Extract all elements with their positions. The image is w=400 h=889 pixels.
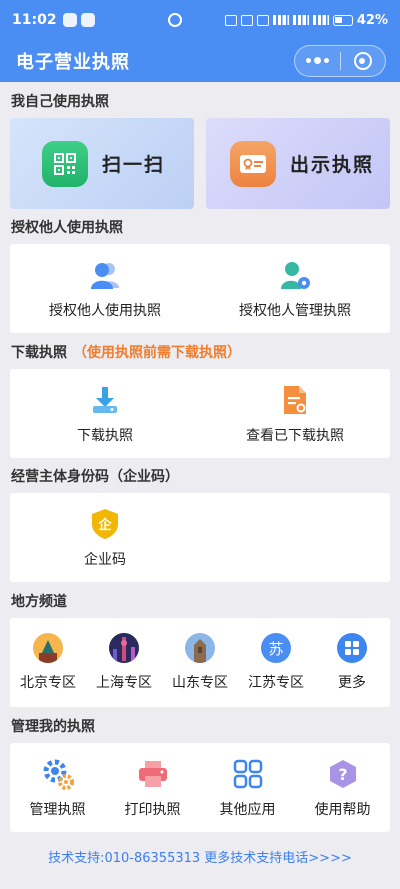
support-phone-link[interactable]: 技术支持:010-86355313 更多技术支持电话>>>> bbox=[0, 847, 400, 866]
region-label: 江苏专区 bbox=[248, 675, 304, 691]
hotspot-icon bbox=[168, 13, 182, 27]
download-section-label: 下载执照 bbox=[11, 345, 67, 361]
download-license-button[interactable]: 下载执照 bbox=[10, 369, 200, 458]
signal-2-icon bbox=[312, 15, 329, 25]
region-label: 上海专区 bbox=[96, 675, 152, 691]
nfc-icon bbox=[224, 14, 237, 26]
manage-item-label: 使用帮助 bbox=[314, 801, 371, 818]
shandong-image bbox=[185, 633, 215, 663]
message-icon bbox=[80, 13, 95, 27]
authorize-use-button[interactable]: 授权他人使用执照 bbox=[10, 244, 200, 333]
printer-icon bbox=[136, 757, 170, 791]
grid-more-icon bbox=[337, 633, 367, 663]
manage-item-label: 打印执照 bbox=[124, 801, 181, 818]
section-title-self-use: 我自己使用执照 bbox=[11, 94, 109, 110]
help-button[interactable]: ? 使用帮助 bbox=[295, 743, 390, 832]
print-license-button[interactable]: 打印执照 bbox=[105, 743, 200, 832]
authorize-manage-button[interactable]: 授权他人管理执照 bbox=[200, 244, 390, 333]
document-view-icon bbox=[278, 383, 312, 417]
scan-label: 扫一扫 bbox=[102, 154, 166, 176]
help-icon: ? bbox=[326, 757, 360, 791]
signal-icon bbox=[292, 15, 309, 25]
empty-slot bbox=[200, 493, 390, 582]
enterprise-code-label: 企业码 bbox=[84, 551, 126, 568]
shanghai-image bbox=[109, 633, 139, 663]
nav-bar: 电子营业执照 bbox=[0, 40, 400, 82]
battery-icon bbox=[332, 14, 353, 26]
svg-text:?: ? bbox=[338, 765, 347, 784]
battery-percent: 42% bbox=[356, 12, 388, 28]
manage-card: 管理执照 打印执照 其他应用 ? 使用帮助 bbox=[10, 743, 390, 832]
show-license-button[interactable]: 出示执照 bbox=[206, 118, 390, 209]
license-card-icon bbox=[230, 140, 276, 187]
section-title-entity-code: 经营主体身份码（企业码） bbox=[11, 469, 179, 485]
download-icon bbox=[88, 383, 122, 417]
region-more[interactable]: 更多 bbox=[314, 618, 390, 707]
authorize-manage-label: 授权他人管理执照 bbox=[239, 302, 351, 319]
enterprise-shield-icon: 企 bbox=[88, 507, 122, 541]
jiangsu-badge-icon: 苏 bbox=[261, 633, 291, 663]
close-circle-icon bbox=[353, 52, 372, 70]
more-menu-button[interactable] bbox=[295, 57, 340, 64]
status-bar: 11:02 42% bbox=[0, 0, 400, 40]
region-beijing[interactable]: 北京专区 bbox=[10, 618, 86, 707]
wifi-icon bbox=[272, 15, 289, 25]
region-label: 北京专区 bbox=[20, 675, 76, 691]
section-title-manage: 管理我的执照 bbox=[11, 719, 95, 735]
page-title: 电子营业执照 bbox=[16, 52, 130, 73]
authorize-card: 授权他人使用执照 授权他人管理执照 bbox=[10, 244, 390, 333]
download-license-label: 下载执照 bbox=[77, 427, 133, 444]
show-license-label: 出示执照 bbox=[290, 154, 375, 176]
section-title-download: 下载执照 （使用执照前需下载执照） bbox=[11, 342, 241, 362]
user-settings-icon bbox=[278, 258, 312, 292]
region-jiangsu[interactable]: 苏 江苏专区 bbox=[238, 618, 314, 707]
status-time: 11:02 bbox=[12, 12, 57, 28]
view-downloaded-label: 查看已下载执照 bbox=[246, 427, 344, 444]
gear-icon bbox=[41, 757, 75, 791]
section-title-authorize: 授权他人使用执照 bbox=[11, 220, 123, 236]
region-label: 山东专区 bbox=[172, 675, 228, 691]
view-downloaded-button[interactable]: 查看已下载执照 bbox=[200, 369, 390, 458]
region-shanghai[interactable]: 上海专区 bbox=[86, 618, 162, 707]
close-miniapp-button[interactable] bbox=[341, 52, 386, 70]
shield-badge-text: 企 bbox=[97, 517, 112, 533]
region-label: 更多 bbox=[338, 675, 366, 691]
enterprise-code-button[interactable]: 企 企业码 bbox=[10, 493, 200, 582]
region-shandong[interactable]: 山东专区 bbox=[162, 618, 238, 707]
qr-scan-icon bbox=[42, 140, 88, 187]
section-title-region: 地方频道 bbox=[11, 594, 67, 610]
bluetooth-icon bbox=[256, 14, 269, 26]
status-icons: 42% bbox=[224, 12, 388, 28]
alarm-icon bbox=[240, 14, 253, 26]
other-apps-button[interactable]: 其他应用 bbox=[200, 743, 295, 832]
apps-grid-icon bbox=[231, 757, 265, 791]
scan-button[interactable]: 扫一扫 bbox=[10, 118, 194, 209]
entity-code-card: 企 企业码 bbox=[10, 493, 390, 582]
download-note: （使用执照前需下载执照） bbox=[73, 345, 241, 361]
download-card: 下载执照 查看已下载执照 bbox=[10, 369, 390, 458]
beijing-image bbox=[33, 633, 63, 663]
manage-item-label: 其他应用 bbox=[219, 801, 276, 818]
region-card: 北京专区 上海专区 山东专区 苏 江苏专区 更多 bbox=[10, 618, 390, 707]
notification-icon bbox=[62, 13, 77, 27]
authorize-use-label: 授权他人使用执照 bbox=[49, 302, 161, 319]
miniapp-capsule bbox=[294, 45, 386, 77]
users-icon bbox=[88, 258, 122, 292]
manage-item-label: 管理执照 bbox=[29, 801, 86, 818]
manage-license-button[interactable]: 管理执照 bbox=[10, 743, 105, 832]
